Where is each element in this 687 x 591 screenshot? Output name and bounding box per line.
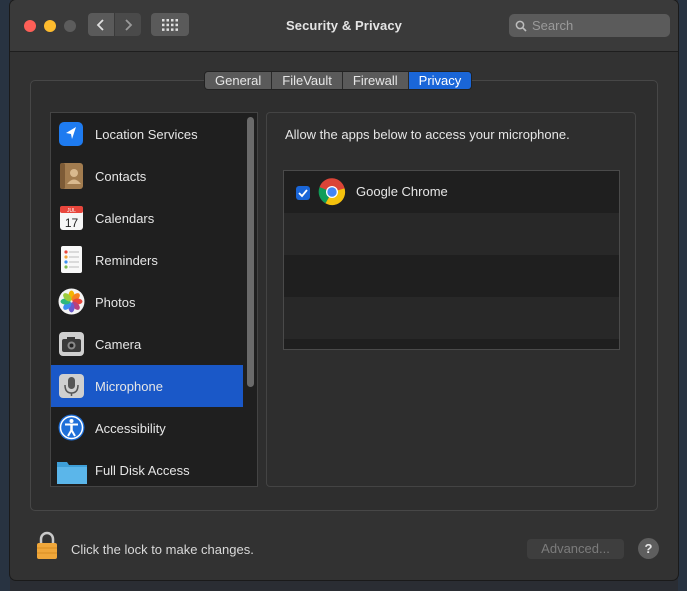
microphone-icon <box>57 370 85 400</box>
tab-bar: General FileVault Firewall Privacy <box>204 71 473 90</box>
sidebar-item-camera[interactable]: Camera <box>51 323 243 365</box>
preferences-window: Security & Privacy General FileVault Fir… <box>10 0 678 580</box>
checkmark-icon <box>298 189 308 198</box>
calendar-icon: JUL 17 <box>57 202 85 232</box>
app-permission-checkbox[interactable] <box>296 186 310 200</box>
empty-row <box>284 297 619 339</box>
privacy-category-list[interactable]: Location Services Contacts JUL 17 Calend… <box>50 112 258 487</box>
empty-row <box>284 213 619 255</box>
sidebar-item-label: Full Disk Access <box>95 462 190 478</box>
sidebar-item-label: Accessibility <box>95 420 166 436</box>
search-icon <box>515 20 527 32</box>
lock-button[interactable] <box>34 530 60 560</box>
sidebar-item-label: Photos <box>95 294 136 310</box>
tab-general[interactable]: General <box>205 72 273 89</box>
desktop-background-right <box>678 0 687 591</box>
sidebar-item-microphone[interactable]: Microphone <box>51 365 243 407</box>
padlock-icon <box>37 531 57 559</box>
tab-firewall[interactable]: Firewall <box>342 72 409 89</box>
pane-description: Allow the apps below to access your micr… <box>285 127 570 142</box>
app-row[interactable]: Google Chrome <box>284 171 619 213</box>
svg-text:17: 17 <box>65 216 79 230</box>
sidebar-item-label: Reminders <box>95 252 158 268</box>
location-arrow-icon <box>57 118 85 148</box>
sidebar-item-contacts[interactable]: Contacts <box>51 155 243 197</box>
accessibility-icon <box>57 412 85 442</box>
reminders-list-icon <box>57 244 85 274</box>
sidebar-item-label: Microphone <box>95 378 163 394</box>
sidebar-item-label: Camera <box>95 336 142 352</box>
sidebar-item-reminders[interactable]: Reminders <box>51 239 243 281</box>
sidebar-item-location-services[interactable]: Location Services <box>51 113 243 155</box>
sidebar-item-photos[interactable]: Photos <box>51 281 243 323</box>
help-button[interactable]: ? <box>638 538 659 559</box>
tab-privacy[interactable]: Privacy <box>408 72 472 89</box>
lock-message: Click the lock to make changes. <box>71 542 254 557</box>
sidebar-item-label: Calendars <box>95 210 155 226</box>
app-name: Google Chrome <box>356 184 448 199</box>
folder-icon <box>57 454 87 484</box>
sidebar-item-calendars[interactable]: JUL 17 Calendars <box>51 197 243 239</box>
contacts-book-icon <box>57 160 85 190</box>
sidebar-item-label: Contacts <box>95 168 147 184</box>
tab-filevault[interactable]: FileVault <box>272 72 343 89</box>
sidebar-scrollbar[interactable] <box>247 117 254 387</box>
app-list[interactable]: Google Chrome <box>283 170 620 350</box>
svg-text:JUL: JUL <box>67 208 76 214</box>
search-input[interactable] <box>532 18 662 33</box>
photos-flower-icon <box>57 286 85 316</box>
camera-icon <box>57 328 85 358</box>
sidebar-item-label: Location Services <box>95 126 198 142</box>
chrome-icon <box>318 178 346 206</box>
microphone-access-pane: Allow the apps below to access your micr… <box>266 112 636 487</box>
search-field[interactable] <box>509 14 670 37</box>
advanced-button[interactable]: Advanced... <box>527 539 624 559</box>
sidebar-item-accessibility[interactable]: Accessibility <box>51 407 243 449</box>
empty-row <box>284 255 619 297</box>
sidebar-item-full-disk-access[interactable]: Full Disk Access <box>51 449 243 486</box>
title-bar: Security & Privacy <box>10 0 678 52</box>
desktop-background-left <box>0 0 10 591</box>
